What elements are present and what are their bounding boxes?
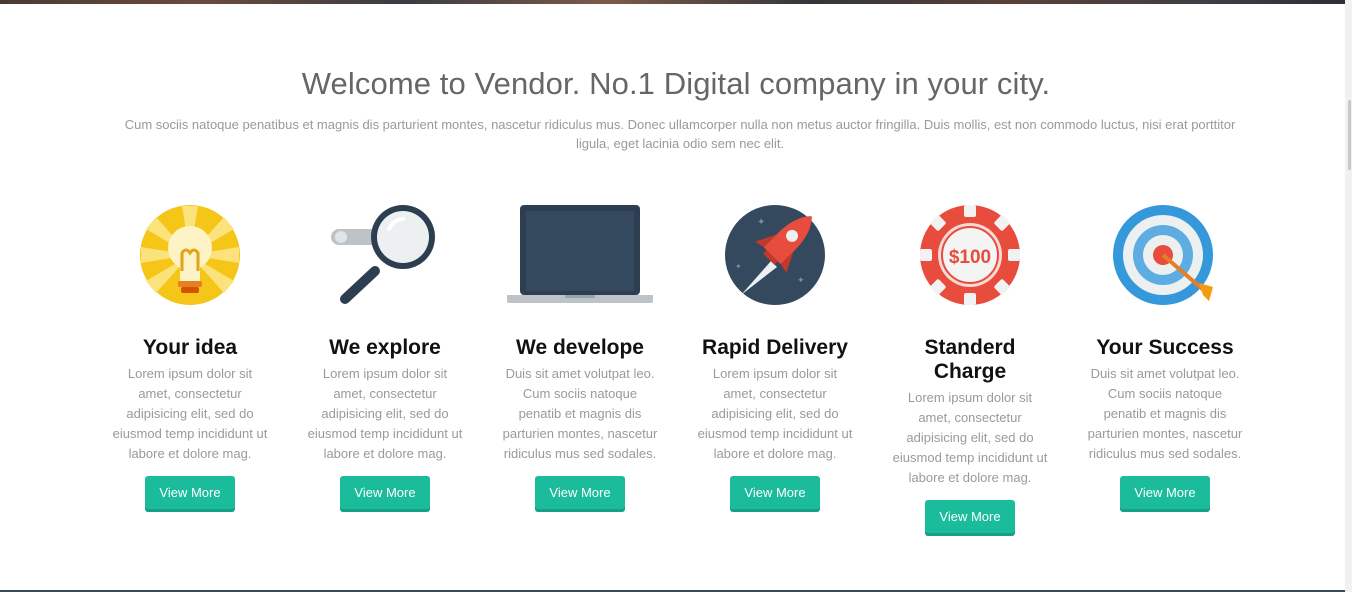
feature-text: Lorem ipsum dolor sit amet, consectetur … <box>112 366 268 461</box>
laptop-icon <box>500 200 660 310</box>
chip-label: $100 <box>949 247 991 268</box>
view-more-button[interactable]: View More <box>730 476 820 509</box>
feature-card-explore: We explore Lorem ipsum dolor sit amet, c… <box>305 200 465 509</box>
feature-card-your-success: Your Success Duis sit amet volutpat leo.… <box>1085 200 1245 509</box>
feature-title: Rapid Delivery <box>702 336 848 359</box>
feature-text: Lorem ipsum dolor sit amet, consectetur … <box>892 390 1048 485</box>
feature-text: Duis sit amet volutpat leo. Cum sociis n… <box>1087 366 1243 461</box>
view-more-button[interactable]: View More <box>340 476 430 509</box>
magnifier-icon <box>305 200 465 310</box>
feature-card-idea: Your idea Lorem ipsum dolor sit amet, co… <box>110 200 270 509</box>
feature-text: Duis sit amet volutpat leo. Cum sociis n… <box>502 366 658 461</box>
view-more-button[interactable]: View More <box>145 476 235 509</box>
rocket-icon: ✦ ✦ ✦ <box>695 200 855 310</box>
feature-title: Your idea <box>142 336 238 359</box>
view-more-button[interactable]: View More <box>1120 476 1210 509</box>
scrollbar[interactable] <box>1345 0 1352 592</box>
feature-text: Lorem ipsum dolor sit amet, consectetur … <box>697 366 853 461</box>
feature-card-develope: We develope Duis sit amet volutpat leo. … <box>500 200 660 509</box>
hero-image-strip <box>0 0 1352 4</box>
svg-text:✦: ✦ <box>735 262 742 271</box>
view-more-button[interactable]: View More <box>925 500 1015 533</box>
svg-text:✦: ✦ <box>797 276 805 286</box>
feature-text: Lorem ipsum dolor sit amet, consectetur … <box>307 366 463 461</box>
intro-text: Cum sociis natoque penatibus et magnis d… <box>124 117 1236 151</box>
feature-title: We develope <box>516 336 644 359</box>
svg-text:✦: ✦ <box>757 217 765 228</box>
page-title: Welcome to Vendor. No.1 Digital company … <box>301 66 1051 101</box>
scrollbar-thumb[interactable] <box>1348 100 1351 170</box>
casino-chip-icon: $100 <box>890 200 1050 310</box>
view-more-button[interactable]: View More <box>535 476 625 509</box>
lightbulb-icon <box>110 200 270 310</box>
feature-title: We explore <box>329 336 441 359</box>
feature-card-standerd-charge: $100 Standerd Charge Lorem ipsum dolor s… <box>890 200 1050 533</box>
target-icon <box>1085 200 1245 310</box>
feature-title: Your Success <box>1096 336 1234 359</box>
feature-title: Standerd Charge <box>924 336 1016 383</box>
feature-card-rapid-delivery: ✦ ✦ ✦ Rapid Delivery Lorem ipsum dolor s… <box>695 200 855 509</box>
